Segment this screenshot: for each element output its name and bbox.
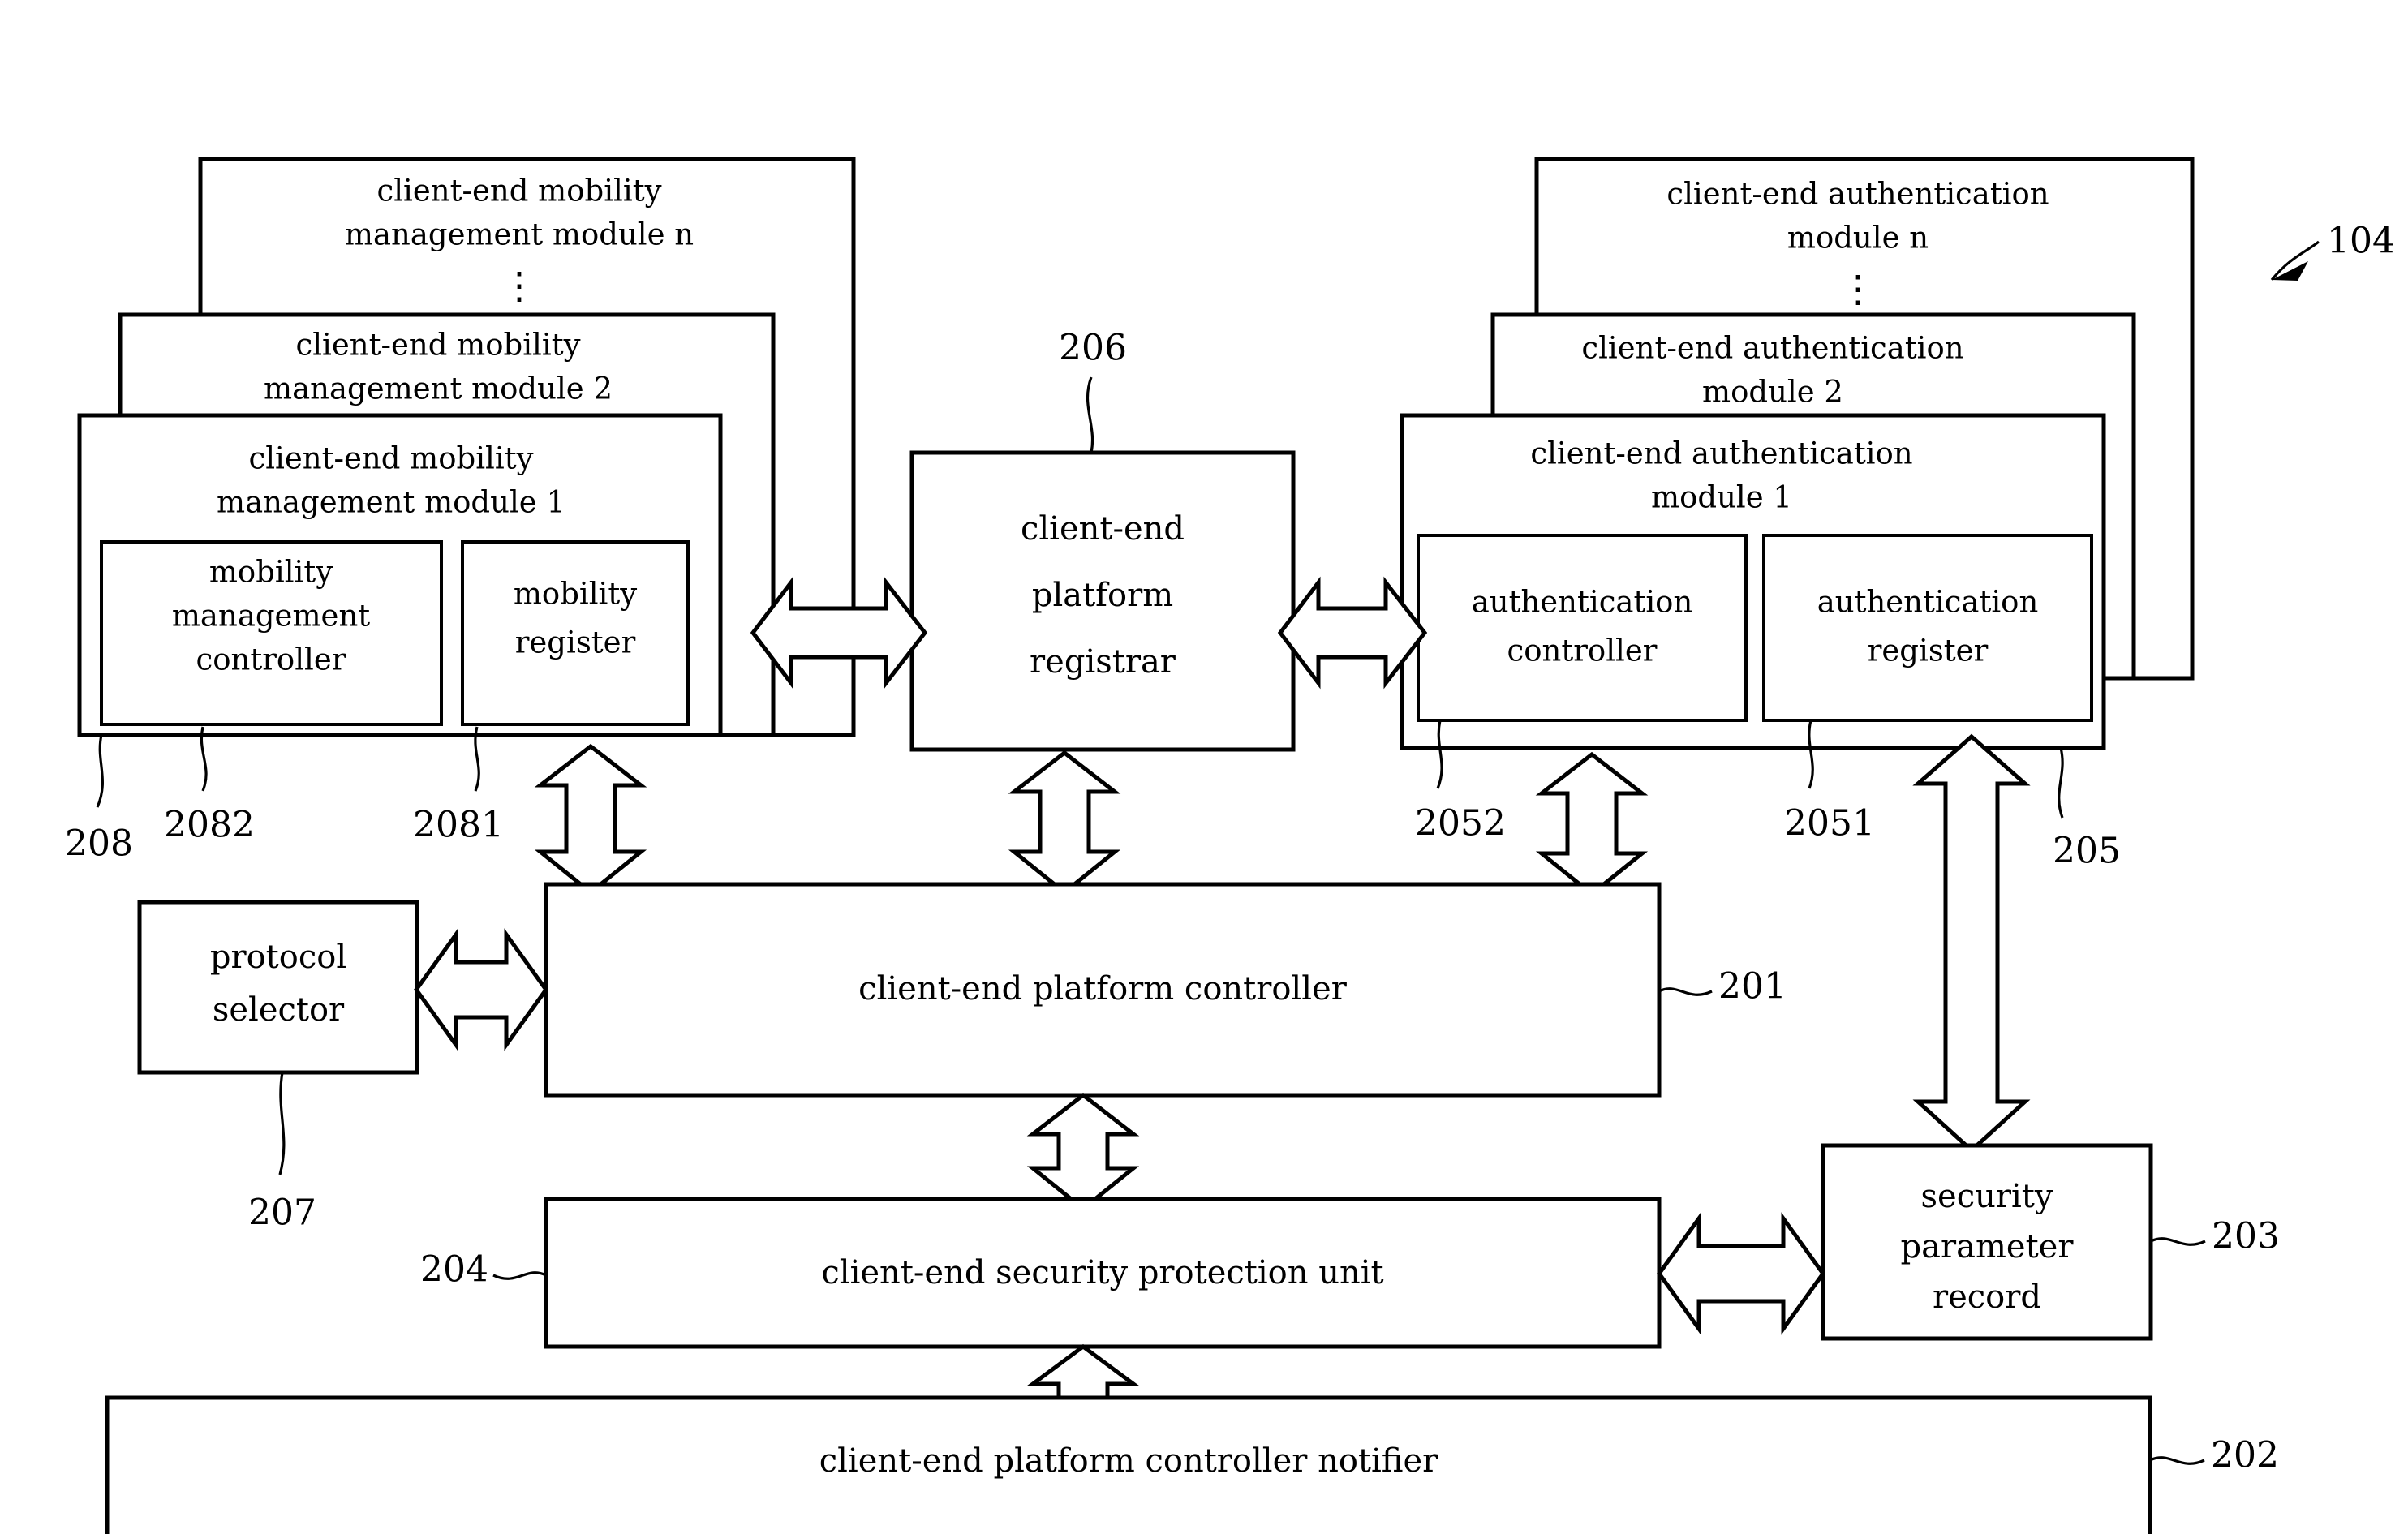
mobility-management-controller-line2: management [172, 599, 370, 634]
arrow-platform-controller-to-security-unit [1026, 1092, 1140, 1212]
protocol-selector-line2: selector [213, 991, 345, 1029]
authentication-register-box [1762, 534, 2093, 722]
security-parameter-record-line2: parameter [1901, 1228, 2075, 1265]
mobility-management-controller-line1: mobility [209, 555, 333, 590]
authentication-register-line2: register [1868, 634, 1989, 668]
ref-205: 205 [2053, 831, 2121, 872]
ref-2051: 2051 [1784, 803, 1875, 844]
arrow-security-unit-to-parameter-record [1656, 1212, 1826, 1335]
auth-module-2-line1: client-end authentication [1581, 331, 1963, 366]
ref-202: 202 [2211, 1435, 2279, 1476]
authentication-controller-line2: controller [1507, 634, 1658, 668]
protocol-selector-box [137, 900, 419, 1075]
ref-207: 207 [248, 1192, 316, 1234]
auth-module-2-line2: module 2 [1702, 375, 1843, 410]
ref-206: 206 [1059, 328, 1127, 369]
notifier-label: client-end platform controller notifier [819, 1442, 1438, 1480]
ref-104: 104 [2327, 221, 2395, 262]
security-parameter-record-line1: security [1921, 1178, 2053, 1215]
ref-204: 204 [420, 1249, 488, 1291]
platform-registrar-line2: platform [1032, 577, 1173, 614]
ref-2081: 2081 [413, 805, 504, 846]
ref-201: 201 [1718, 966, 1787, 1008]
mobility-module-2-line1: client-end mobility [296, 328, 581, 363]
mobility-module-1-line2: management module 1 [217, 485, 565, 520]
protocol-selector-line1: protocol [210, 939, 346, 976]
auth-module-1-line1: client-end authentication [1530, 436, 1912, 471]
mobility-register-line2: register [515, 625, 636, 660]
arrow-protocol-selector-to-platform-controller [413, 928, 549, 1051]
authentication-controller-line1: authentication [1472, 585, 1693, 620]
arrowhead-104-icon [2272, 261, 2308, 281]
authentication-register-line1: authentication [1817, 585, 2039, 620]
ref-203: 203 [2212, 1216, 2280, 1257]
mobility-module-n-line2: management module n [345, 217, 694, 252]
ref-2082: 2082 [164, 805, 255, 846]
arrow-auth-to-platform-controller [1535, 751, 1649, 897]
arrow-auth-register-to-security-parameter-record [1912, 733, 2031, 1154]
ref-208: 208 [65, 823, 133, 865]
auth-module-n-line2: module n [1787, 221, 1929, 256]
leader-208 [96, 734, 104, 808]
security-parameter-record-line3: record [1933, 1278, 2041, 1316]
platform-controller-label: client-end platform controller [858, 970, 1348, 1008]
figure-canvas: client-end mobility management module n … [0, 0, 2408, 1534]
leader-206 [1086, 376, 1094, 453]
leader-203 [2150, 1237, 2206, 1246]
mobility-stack-ellipsis: ⋮ [501, 264, 538, 307]
leader-202 [2149, 1456, 2205, 1465]
leader-204 [492, 1271, 547, 1280]
platform-registrar-line3: registrar [1030, 643, 1176, 681]
auth-module-1-line2: module 1 [1651, 480, 1792, 515]
mobility-module-n-line1: client-end mobility [377, 174, 662, 208]
block-diagram: client-end mobility management module n … [65, 157, 2395, 1534]
leader-207 [278, 1072, 286, 1175]
mobility-module-1-line1: client-end mobility [249, 441, 534, 476]
platform-registrar-line1: client-end [1021, 510, 1185, 548]
arrow-mobility-to-platform-controller [534, 743, 647, 896]
leader-201 [1658, 987, 1713, 996]
auth-module-n-line1: client-end authentication [1666, 177, 2049, 212]
leader-205 [2058, 747, 2064, 819]
ref-2052: 2052 [1415, 803, 1506, 844]
mobility-register-line1: mobility [514, 577, 637, 612]
authentication-controller-box [1417, 534, 1748, 722]
security-protection-unit-label: client-end security protection unit [821, 1254, 1383, 1291]
mobility-management-controller-line3: controller [196, 642, 346, 677]
arrow-registrar-to-platform-controller [1008, 750, 1121, 896]
auth-stack-ellipsis: ⋮ [1839, 267, 1877, 311]
mobility-module-2-line2: management module 2 [264, 372, 613, 406]
